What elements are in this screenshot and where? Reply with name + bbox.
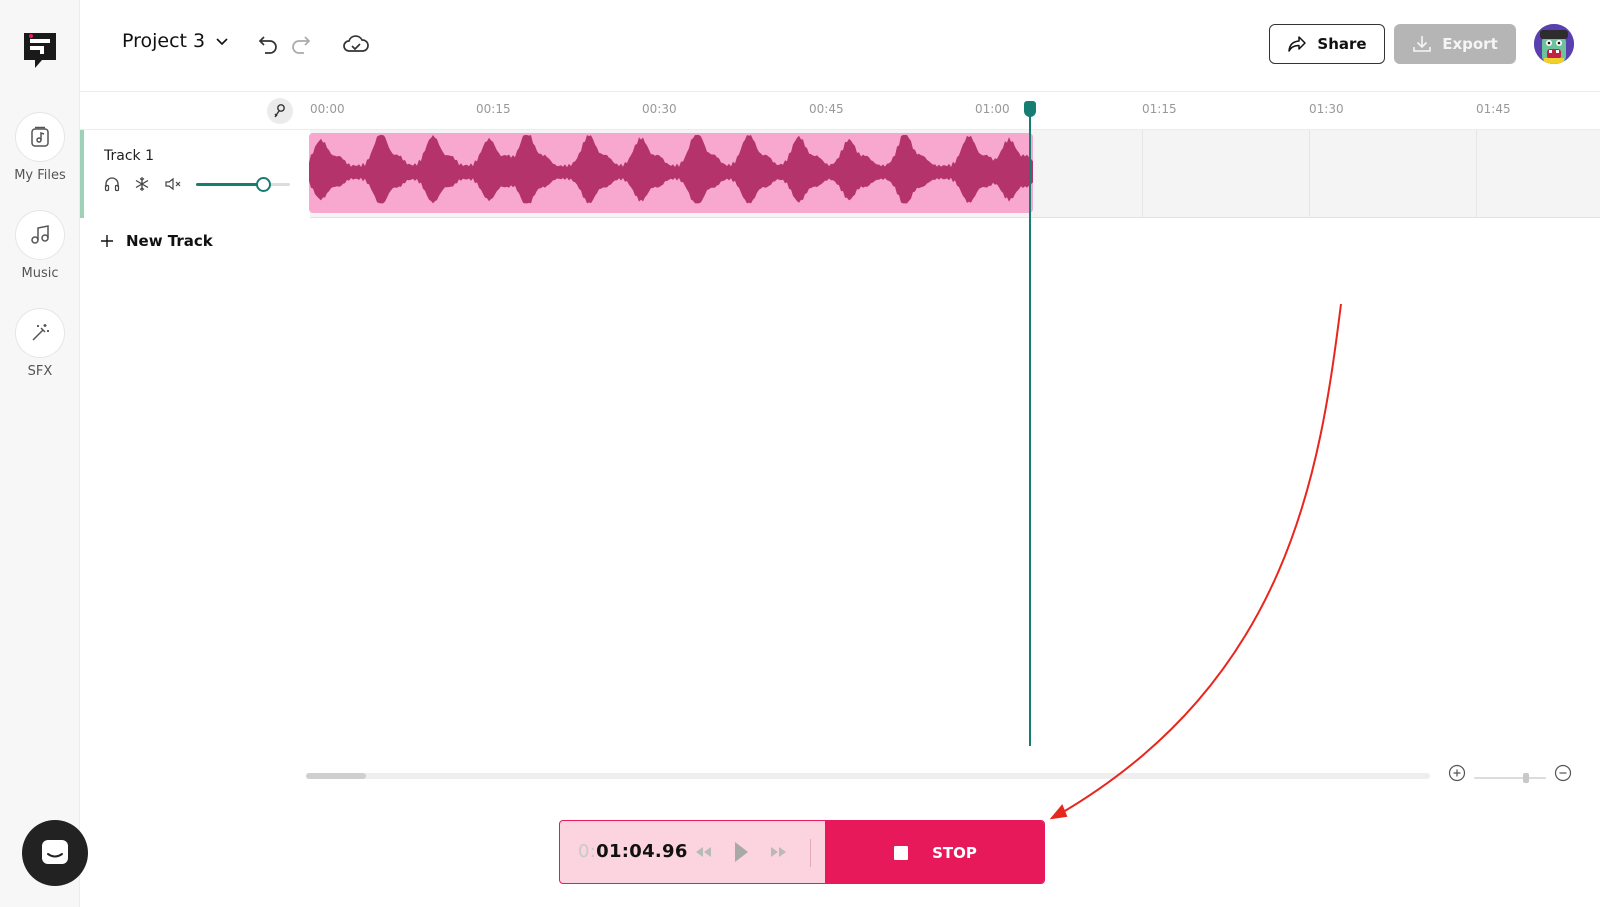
zoom-out-icon xyxy=(1554,764,1572,782)
timeline-grid-line xyxy=(1476,130,1477,218)
share-arrow-icon xyxy=(1288,36,1307,52)
track-header[interactable]: Track 1 xyxy=(80,130,310,218)
new-track-label: New Track xyxy=(126,232,213,250)
zoom-slider[interactable] xyxy=(1474,768,1546,783)
mute-speaker-icon[interactable] xyxy=(164,176,182,192)
redo-button[interactable] xyxy=(289,32,313,60)
snowflake-icon[interactable] xyxy=(134,176,150,192)
top-header: Project 3 Share Export xyxy=(80,0,1600,92)
cloud-check-icon xyxy=(343,35,369,52)
stop-icon xyxy=(894,846,909,860)
audio-clip[interactable] xyxy=(309,133,1033,213)
cloud-save-button[interactable] xyxy=(342,33,370,59)
track-controls xyxy=(104,176,290,192)
redo-icon xyxy=(292,36,311,54)
chat-icon xyxy=(42,840,68,864)
time-display: 0:01:04.96 xyxy=(578,841,688,862)
time-display-dim: 0: xyxy=(578,841,597,862)
music-file-icon xyxy=(15,112,65,162)
timeline-horizontal-scrollbar[interactable] xyxy=(306,773,1430,779)
playhead-line xyxy=(1029,102,1031,746)
timeline-grid-line xyxy=(1142,130,1143,218)
user-avatar[interactable] xyxy=(1534,24,1574,64)
track-name[interactable]: Track 1 xyxy=(104,148,154,164)
headphones-icon[interactable] xyxy=(104,176,120,192)
sidebar-item-my-files[interactable]: My Files xyxy=(0,112,80,183)
time-display-value: 01:04.96 xyxy=(596,841,688,862)
magic-wand-icon xyxy=(15,308,65,358)
music-note-icon xyxy=(15,210,65,260)
waveform xyxy=(309,135,1033,204)
ruler-tick-label: 01:15 xyxy=(1142,102,1177,116)
ruler-tick-label: 01:00 xyxy=(975,102,1010,116)
chevron-down-icon xyxy=(216,38,228,46)
waveform-shape xyxy=(309,135,1033,204)
ruler-tick-label: 01:45 xyxy=(1476,102,1511,116)
ruler-tick-label: 00:30 xyxy=(642,102,677,116)
play-icon xyxy=(735,842,748,862)
ruler-tick-label: 01:30 xyxy=(1309,102,1344,116)
project-title: Project 3 xyxy=(122,30,206,52)
ruler-tick-label: 00:00 xyxy=(310,102,345,116)
share-label: Share xyxy=(1317,35,1367,53)
volume-slider[interactable] xyxy=(196,176,290,192)
transport-divider xyxy=(810,839,811,867)
sidebar-item-sfx[interactable]: SFX xyxy=(0,308,80,379)
volume-slider-fill xyxy=(196,183,264,186)
zoom-out-button[interactable] xyxy=(1554,764,1572,782)
scrollbar-thumb[interactable] xyxy=(306,773,366,779)
ruler-tick-label: 00:15 xyxy=(476,102,511,116)
zoom-in-icon xyxy=(1448,764,1466,782)
left-sidebar: My Files Music SFX xyxy=(0,0,88,907)
export-button[interactable]: Export xyxy=(1394,24,1516,64)
zoom-in-button[interactable] xyxy=(1448,764,1466,782)
transport-bar: 0:01:04.96 STOP xyxy=(559,820,1045,884)
sidebar-item-music[interactable]: Music xyxy=(0,210,80,281)
avatar-image-icon xyxy=(1534,24,1574,64)
playhead-handle[interactable] xyxy=(1024,101,1036,117)
undo-button[interactable] xyxy=(256,32,280,60)
sidebar-item-label: My Files xyxy=(14,168,66,183)
snap-toggle-button[interactable] xyxy=(267,98,293,124)
new-track-button[interactable]: New Track xyxy=(100,232,213,250)
sidebar-item-label: SFX xyxy=(27,364,53,379)
fast-forward-icon xyxy=(771,847,786,857)
app-logo-icon[interactable] xyxy=(20,30,60,72)
audio-editor-app: My Files Music SFX Project 3 Share Expor… xyxy=(0,0,1600,907)
share-button[interactable]: Share xyxy=(1269,24,1385,64)
project-title-dropdown[interactable]: Project 3 xyxy=(122,30,229,52)
timeline-ruler[interactable]: 00:00 00:15 00:30 00:45 01:00 01:15 01:3… xyxy=(80,92,1600,130)
stop-label: STOP xyxy=(932,844,977,862)
ruler-tick-label: 00:45 xyxy=(809,102,844,116)
magnet-pin-icon xyxy=(274,104,285,118)
fast-forward-button[interactable] xyxy=(768,844,790,864)
chat-support-button[interactable] xyxy=(22,820,88,886)
zoom-slider-graphic xyxy=(1474,773,1546,783)
timeline-grid-line xyxy=(1309,130,1310,218)
rewind-icon xyxy=(696,847,711,857)
download-icon xyxy=(1413,36,1432,52)
undo-icon xyxy=(258,36,277,54)
export-label: Export xyxy=(1442,35,1498,53)
rewind-button[interactable] xyxy=(692,844,714,864)
track-row: Track 1 xyxy=(80,130,1600,218)
play-button[interactable] xyxy=(732,840,750,868)
volume-slider-handle[interactable] xyxy=(256,177,272,192)
stop-button[interactable]: STOP xyxy=(825,821,1044,883)
sidebar-item-label: Music xyxy=(21,266,59,281)
plus-icon xyxy=(101,235,113,247)
